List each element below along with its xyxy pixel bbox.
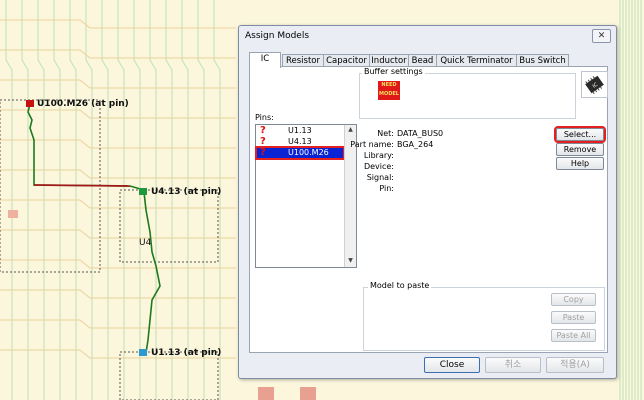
pin-marker-u100 — [26, 100, 34, 107]
pad — [300, 387, 316, 400]
buffer-settings-label: Buffer settings — [362, 67, 425, 76]
close-button[interactable]: Close — [424, 357, 480, 373]
part-name-label: Part name: — [350, 140, 394, 149]
pcb-label-u100: U100.M26 (at pin) — [37, 99, 129, 109]
select-button[interactable]: Select... — [554, 126, 606, 143]
pins-label: Pins: — [255, 113, 274, 122]
pin-marker-u1 — [139, 349, 147, 356]
pad — [8, 210, 18, 218]
help-button[interactable]: Help — [556, 157, 604, 170]
device-label: Device: — [363, 162, 394, 171]
signal-label: Signal: — [366, 173, 394, 182]
need-model-badge: NEED MODEL — [378, 81, 400, 100]
library-label: Library: — [363, 151, 394, 160]
pcb-label-u4-pin: U4.13 (at pin) — [151, 187, 222, 197]
paste-button[interactable]: Paste — [551, 311, 596, 324]
pin-name: U100.M26 — [288, 148, 329, 157]
apply-button[interactable]: 적용(A) — [546, 357, 604, 373]
tab-ic[interactable]: IC — [249, 52, 281, 68]
remove-button[interactable]: Remove — [556, 143, 604, 156]
dialog-title: Assign Models — [245, 31, 310, 41]
net-label: Net: — [377, 129, 394, 138]
part-name-value: BGA_264 — [397, 140, 434, 149]
pin-name: U1.13 — [288, 126, 312, 135]
close-icon[interactable]: ✕ — [592, 29, 611, 43]
pcb-label-u4: U4 — [139, 238, 152, 248]
pin-name: U4.13 — [288, 137, 312, 146]
chip-icon: IC — [585, 75, 604, 95]
net-route-red — [33, 184, 131, 187]
pin-marker-u4 — [139, 188, 147, 195]
warning-flag-icon: ? — [260, 136, 266, 147]
net-route-green — [27, 103, 145, 191]
net-value: DATA_BUS0 — [397, 129, 444, 138]
paste-all-button[interactable]: Paste All — [551, 329, 596, 342]
model-to-paste-label: Model to paste — [368, 281, 432, 290]
warning-flag-icon: ? — [260, 125, 266, 136]
pin-label: Pin: — [379, 184, 394, 193]
dialog-titlebar[interactable]: Assign Models ✕ — [239, 26, 616, 46]
scroll-down-icon[interactable]: ▼ — [345, 256, 356, 266]
assign-models-dialog: Assign Models ✕ IC Resistor Capacitor In… — [238, 25, 617, 379]
pcb-label-u1-pin: U1.13 (at pin) — [151, 348, 222, 358]
ic-tab-panel: Buffer settings NEED MODEL IC Pins: ? U1… — [249, 66, 608, 353]
copy-button[interactable]: Copy — [551, 293, 596, 306]
component-outline-u1 — [119, 351, 219, 400]
ic-model-icon: IC — [581, 71, 608, 98]
pad — [258, 387, 274, 400]
cancel-button[interactable]: 취소 — [485, 357, 541, 373]
net-route-green-2 — [143, 191, 161, 354]
warning-flag-icon: ? — [260, 147, 266, 158]
component-outline-u4 — [119, 189, 219, 263]
